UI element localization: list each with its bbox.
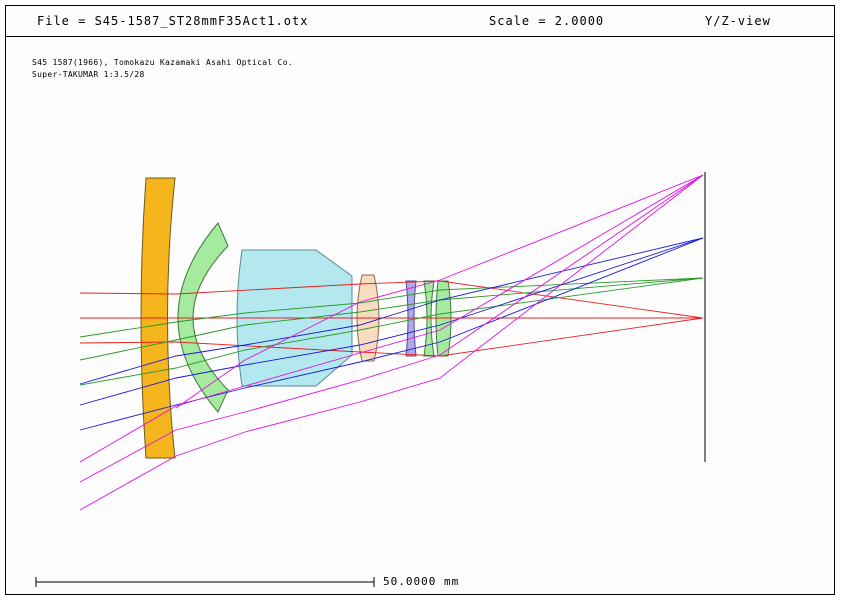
rays-blue [79, 237, 704, 431]
scale-bar-label: 50.0000 mm [383, 575, 460, 588]
ray-blue-mid [79, 237, 704, 406]
optical-layout [35, 172, 706, 587]
ray-magenta-2 [79, 174, 704, 483]
lens-element-7 [435, 280, 452, 357]
ray-green-mid [79, 277, 704, 361]
rays-red [79, 280, 704, 357]
ray-red-upper [79, 280, 704, 319]
ray-blue-upper [79, 237, 704, 385]
ray-magenta-1 [79, 174, 704, 463]
lens-element-5 [405, 280, 417, 357]
rays-magenta [79, 174, 704, 511]
ray-blue-lower [79, 237, 704, 431]
lens-element-2 [177, 222, 229, 413]
ray-magenta-3 [79, 174, 704, 511]
scale-bar [35, 577, 375, 587]
